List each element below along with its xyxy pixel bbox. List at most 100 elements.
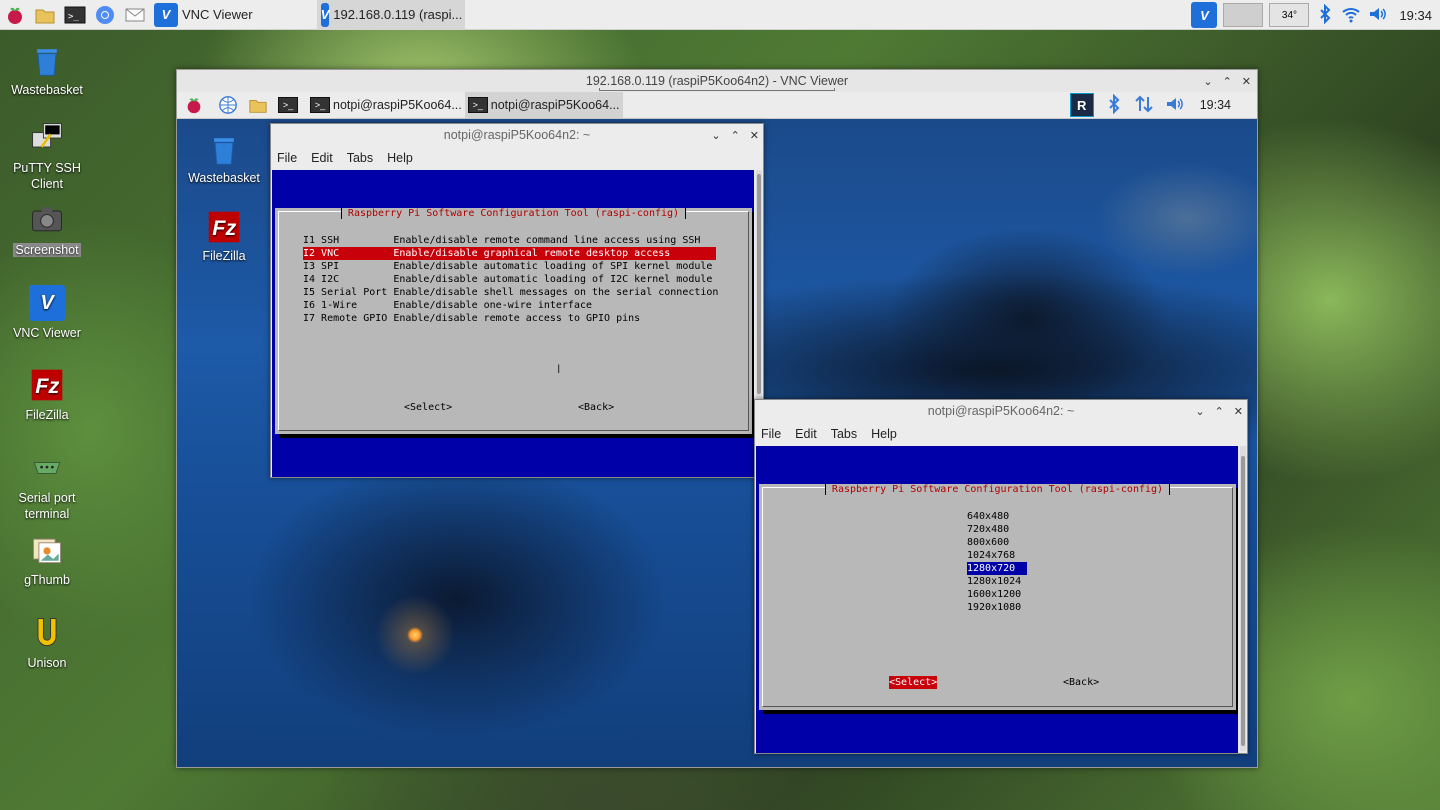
terminal-title-bar[interactable]: notpi@raspiP5Koo64n2: ~ ⌄ ⌃ ✕: [271, 124, 763, 146]
chevron-down-icon[interactable]: ⌄: [1203, 75, 1212, 88]
menu-item-serial-port[interactable]: I5 Serial Port Enable/disable shell mess…: [303, 286, 718, 299]
close-icon[interactable]: ✕: [1242, 75, 1251, 88]
desktop-icon-vnc-viewer[interactable]: V VNC Viewer: [2, 283, 92, 341]
dialog-title: Raspberry Pi Software Configuration Tool…: [275, 208, 752, 219]
realvnc-icon[interactable]: R: [1069, 93, 1094, 117]
back-button[interactable]: <Back>: [578, 401, 614, 414]
menu-help[interactable]: Help: [871, 427, 897, 441]
resolution-option[interactable]: 1280x1024: [967, 575, 1021, 588]
select-button[interactable]: <Select>: [889, 676, 938, 689]
clock[interactable]: 19:34: [1399, 8, 1432, 23]
menu-help[interactable]: Help: [387, 151, 413, 165]
desktop-icon-serial-port[interactable]: Serial port terminal: [2, 448, 92, 522]
raspi-config-dialog: Raspberry Pi Software Configuration Tool…: [759, 484, 1236, 710]
svg-text:>_: >_: [68, 12, 79, 22]
menu-tabs[interactable]: Tabs: [347, 151, 373, 165]
remote-icon-label: Wastebasket: [188, 171, 260, 185]
menu-item-spi[interactable]: I3 SPI Enable/disable automatic loading …: [303, 260, 712, 273]
desktop-icon-label: PuTTY SSH Client: [13, 161, 81, 191]
bluetooth-icon[interactable]: [1104, 93, 1124, 117]
remote-clock[interactable]: 19:34: [1200, 98, 1231, 112]
trash-icon: [27, 40, 67, 80]
desktop-icon-filezilla[interactable]: Fz FileZilla: [2, 365, 92, 423]
desktop-icon-label: Screenshot: [13, 243, 81, 257]
menu-item-ssh[interactable]: I1 SSH Enable/disable remote command lin…: [303, 234, 700, 247]
dialog-title: Raspberry Pi Software Configuration Tool…: [759, 484, 1236, 495]
vnc-toolbar-handle[interactable]: [599, 88, 835, 91]
terminal-icon[interactable]: >_: [60, 0, 90, 30]
terminal-screen[interactable]: Raspberry Pi Software Configuration Tool…: [272, 170, 754, 477]
folder-icon[interactable]: [245, 92, 271, 118]
task-vnc-viewer[interactable]: V VNC Viewer: [150, 0, 257, 30]
desktop-icon-gthumb[interactable]: gThumb: [2, 530, 92, 588]
file-manager-icon[interactable]: [30, 0, 60, 30]
menu-file[interactable]: File: [761, 427, 781, 441]
remote-icon-filezilla[interactable]: Fz FileZilla: [179, 207, 269, 263]
terminal-screen[interactable]: Raspberry Pi Software Configuration Tool…: [756, 446, 1238, 753]
vnc-server-icon[interactable]: V: [1191, 2, 1218, 28]
close-icon[interactable]: ✕: [1234, 405, 1243, 418]
task-vnc-session[interactable]: V 192.168.0.119 (raspi...: [316, 0, 465, 30]
vnc-icon: V: [320, 2, 330, 27]
terminal-icon[interactable]: >_: [275, 92, 301, 118]
chevron-up-icon[interactable]: ⌃: [1215, 405, 1224, 418]
remote-taskbar: >_ >_ notpi@raspiP5Koo64... >_ notpi@ras…: [177, 92, 1257, 119]
resolution-option[interactable]: 720x480: [967, 523, 1009, 536]
close-icon[interactable]: ✕: [750, 129, 759, 142]
menu-edit[interactable]: Edit: [311, 151, 333, 165]
remote-task-terminal-2[interactable]: >_ notpi@raspiP5Koo64...: [464, 92, 623, 118]
menu-item-i2c[interactable]: I4 I2C Enable/disable automatic loading …: [303, 273, 712, 286]
resolution-option[interactable]: 1920x1080: [967, 601, 1021, 614]
menu-edit[interactable]: Edit: [795, 427, 817, 441]
network-icon[interactable]: [1134, 94, 1154, 117]
menu-item-remote-gpio[interactable]: I7 Remote GPIO Enable/disable remote acc…: [303, 312, 640, 325]
desktop-icon-putty[interactable]: PuTTY SSH Client: [2, 118, 92, 192]
terminal-scrollbar[interactable]: [1240, 446, 1246, 751]
resolution-option[interactable]: 1024x768: [967, 549, 1015, 562]
task-label: notpi@raspiP5Koo64...: [333, 98, 462, 112]
temperature-monitor[interactable]: 34°: [1269, 3, 1310, 27]
resolution-option[interactable]: 800x600: [967, 536, 1009, 549]
raspberry-menu-icon[interactable]: [181, 92, 207, 118]
wifi-icon[interactable]: [1341, 4, 1361, 27]
desktop-icon-label: VNC Viewer: [13, 326, 81, 340]
terminal-title-bar[interactable]: notpi@raspiP5Koo64n2: ~ ⌄ ⌃ ✕: [755, 400, 1247, 422]
scrollbar-thumb[interactable]: [1241, 456, 1245, 746]
desktop-icon-wastebasket[interactable]: Wastebasket: [2, 40, 92, 98]
chromium-icon[interactable]: [90, 0, 120, 30]
remote-task-terminal-1[interactable]: >_ notpi@raspiP5Koo64...: [307, 92, 465, 118]
cpu-monitor[interactable]: [1223, 3, 1264, 27]
desktop-icon-label: Wastebasket: [11, 83, 83, 97]
chevron-down-icon[interactable]: ⌄: [711, 129, 720, 142]
desktop-icon-unison[interactable]: Unison: [2, 613, 92, 671]
back-button[interactable]: <Back>: [1063, 676, 1099, 689]
filezilla-icon: Fz: [204, 207, 244, 247]
chevron-up-icon[interactable]: ⌃: [731, 129, 740, 142]
remote-icon-label: FileZilla: [202, 249, 246, 263]
terminal-window-2: notpi@raspiP5Koo64n2: ~ ⌄ ⌃ ✕ File Edit …: [754, 399, 1248, 754]
text-cursor-icon: I: [557, 362, 561, 376]
scrollbar-thumb[interactable]: [757, 174, 761, 394]
menu-tabs[interactable]: Tabs: [831, 427, 857, 441]
mail-icon[interactable]: [120, 0, 150, 30]
menu-item-vnc[interactable]: I2 VNC Enable/disable graphical remote d…: [303, 247, 716, 260]
desktop-icon-label: Unison: [27, 656, 67, 670]
globe-icon[interactable]: [215, 92, 241, 118]
select-button[interactable]: <Select>: [404, 401, 452, 414]
volume-icon[interactable]: [1367, 4, 1387, 27]
remote-system-tray: R 19:34: [1069, 92, 1257, 118]
desktop-icon-label: Serial port terminal: [18, 491, 76, 521]
menu-file[interactable]: File: [277, 151, 297, 165]
resolution-option[interactable]: 1600x1200: [967, 588, 1021, 601]
resolution-option[interactable]: 640x480: [967, 510, 1009, 523]
raspberry-menu-icon[interactable]: [0, 0, 30, 30]
desktop-icon-screenshot[interactable]: Screenshot: [2, 200, 92, 258]
menu-item-1-wire[interactable]: I6 1-Wire Enable/disable one-wire interf…: [303, 299, 592, 312]
volume-icon[interactable]: [1164, 94, 1184, 117]
raspi-config-dialog: Raspberry Pi Software Configuration Tool…: [275, 208, 752, 434]
bluetooth-icon[interactable]: [1315, 3, 1335, 27]
remote-icon-wastebasket[interactable]: Wastebasket: [179, 129, 269, 185]
chevron-down-icon[interactable]: ⌄: [1195, 405, 1204, 418]
chevron-up-icon[interactable]: ⌃: [1223, 75, 1232, 88]
resolution-option-selected[interactable]: 1280x720: [967, 562, 1027, 575]
